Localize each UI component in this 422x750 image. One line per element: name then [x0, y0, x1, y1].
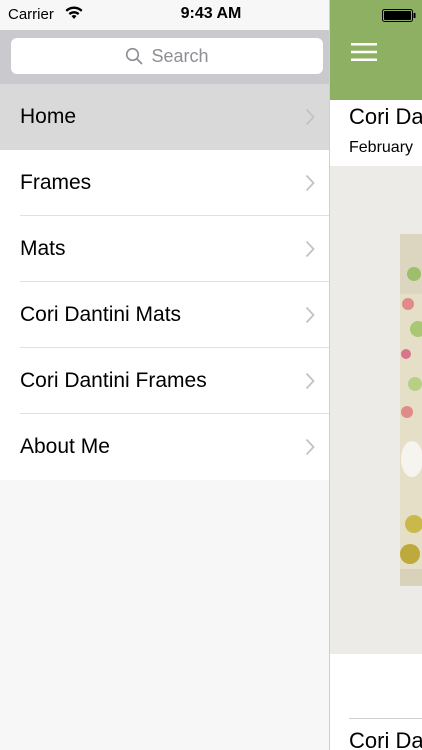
menu-item-home[interactable]: Home: [0, 84, 329, 150]
next-post-title[interactable]: Cori Da: [349, 728, 422, 750]
artwork-image[interactable]: [400, 234, 422, 586]
menu-item-label: About Me: [20, 435, 110, 458]
chevron-right-icon: [305, 438, 315, 456]
menu-item-label: Frames: [20, 171, 92, 194]
search-icon: [126, 47, 143, 65]
chevron-right-icon: [305, 240, 315, 258]
menu-item-mats[interactable]: Mats: [0, 216, 329, 282]
clock-label: 9:43 AM: [180, 5, 242, 22]
chevron-right-icon: [305, 306, 315, 324]
post-divider: [349, 718, 422, 719]
hamburger-menu-icon[interactable]: [351, 42, 377, 62]
post-date: February: [349, 139, 414, 156]
menu-item-label: Cori Dantini Mats: [20, 303, 182, 326]
chevron-right-icon: [305, 108, 315, 126]
side-menu: Search Home Frames Mats Cori Dantini Mat…: [0, 0, 329, 750]
search-input[interactable]: Search: [11, 38, 323, 74]
menu-item-about-me[interactable]: About Me: [0, 414, 329, 480]
chevron-right-icon: [305, 174, 315, 192]
menu-item-label: Mats: [20, 237, 66, 260]
menu-item-label: Home: [20, 105, 77, 128]
main-content[interactable]: Cori Da February Cori Da: [329, 0, 422, 750]
app-screen: Carrier 9:43 AM Search Home Frames Mats …: [0, 0, 422, 750]
menu-list: Home Frames Mats Cori Dantini Mats Cori …: [0, 84, 329, 480]
menu-empty-area: [0, 480, 329, 750]
menu-item-label: Cori Dantini Frames: [20, 369, 207, 392]
post-title[interactable]: Cori Da: [349, 104, 422, 130]
menu-item-cori-dantini-frames[interactable]: Cori Dantini Frames: [0, 348, 329, 414]
menu-item-frames[interactable]: Frames: [0, 150, 329, 216]
chevron-right-icon: [305, 372, 315, 390]
status-bar: Carrier 9:43 AM: [0, 0, 422, 30]
search-bar: Search: [0, 30, 329, 84]
battery-icon: [382, 9, 416, 22]
search-placeholder: Search: [151, 45, 209, 66]
menu-item-cori-dantini-mats[interactable]: Cori Dantini Mats: [0, 282, 329, 348]
